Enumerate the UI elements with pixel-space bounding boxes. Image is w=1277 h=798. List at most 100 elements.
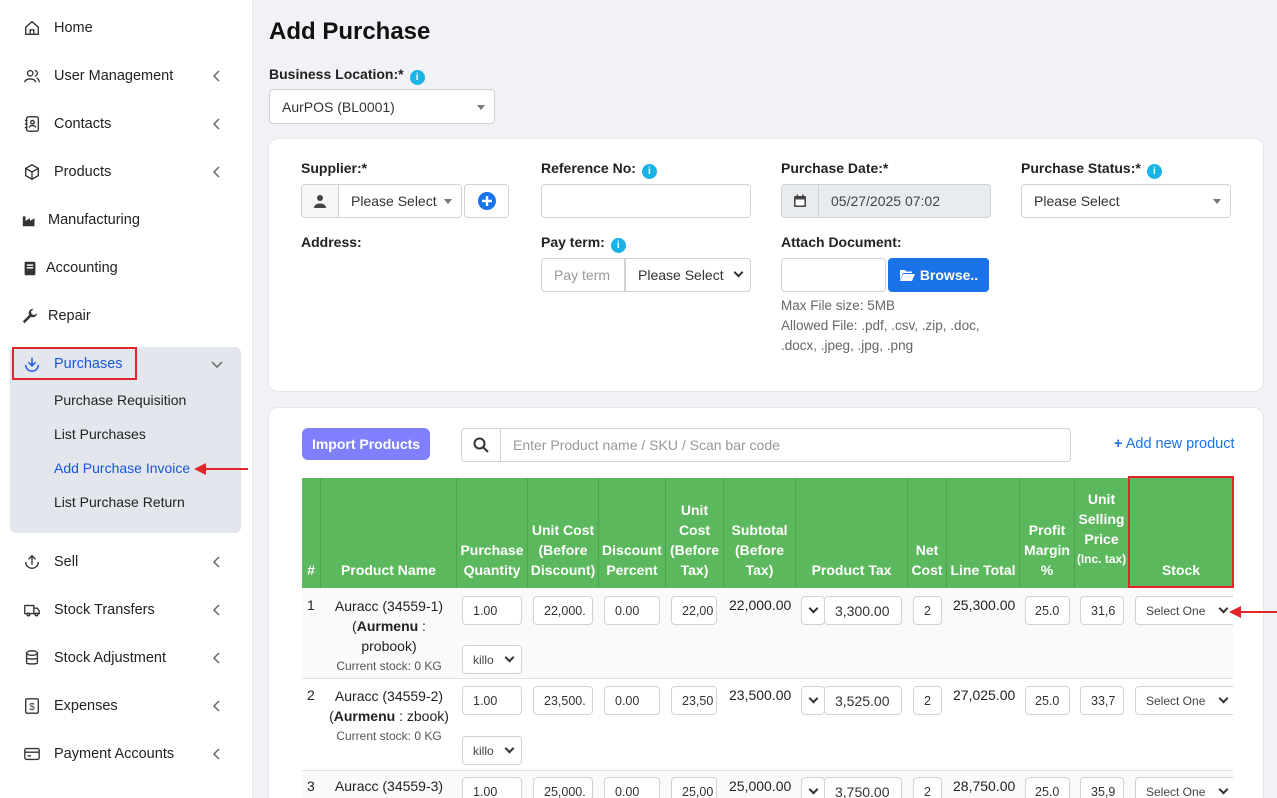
stock-select[interactable]: Select One — [1135, 777, 1233, 798]
tax-select[interactable] — [801, 777, 825, 798]
unit-cost-before-tax-input[interactable]: 25,00 — [671, 777, 717, 798]
product-name-cell: Auracc (34559-1) (Aurmenu : probook) Cur… — [321, 596, 457, 676]
product-name: Auracc (34559-1) — [334, 598, 444, 614]
selling-price-input[interactable]: 33,7 — [1080, 686, 1124, 715]
svg-text:$: $ — [29, 702, 35, 713]
browse-button[interactable]: Browse.. — [888, 258, 989, 292]
supplier-user-icon-box — [301, 184, 339, 218]
unit-cost-input[interactable]: 22,000. — [533, 596, 593, 625]
stock-select[interactable]: Select One — [1135, 596, 1233, 625]
tax-amount-input[interactable]: 3,750.00 — [824, 777, 902, 798]
discount-input[interactable]: 0.00 — [604, 596, 660, 625]
contacts-icon — [22, 114, 42, 134]
sidebar-item-products[interactable]: Products — [0, 152, 253, 192]
selling-price-input[interactable]: 35,9 — [1080, 777, 1124, 798]
sidebar-item-accounting[interactable]: Accounting — [0, 248, 253, 288]
unit-cost-before-tax-input[interactable]: 22,00 — [671, 596, 717, 625]
tax-amount-input[interactable]: 3,525.00 — [824, 686, 902, 715]
pointer-arrow-icon — [194, 463, 248, 475]
pay-term-select[interactable]: Please Select — [625, 258, 751, 292]
sidebar-item-expenses[interactable]: $ Expenses — [0, 686, 253, 726]
allowed-file-text: Allowed File: .pdf, .csv, .zip, .doc, .d… — [781, 318, 980, 353]
browse-label: Browse.. — [919, 267, 979, 283]
users-icon — [22, 66, 42, 86]
quantity-input[interactable]: 1.00 — [462, 686, 522, 715]
current-stock-text: Current stock: 0 KG — [336, 659, 442, 673]
subtotal-value: 25,000.00 — [729, 778, 792, 794]
sidebar-item-sell[interactable]: Sell — [0, 542, 253, 582]
tax-select[interactable] — [801, 596, 825, 625]
sidebar-item-repair[interactable]: Repair — [0, 296, 253, 336]
calendar-icon — [794, 194, 806, 207]
caret-down-icon — [1213, 199, 1221, 204]
net-cost-input[interactable]: 2 — [913, 777, 942, 798]
tax-select[interactable] — [801, 686, 825, 715]
net-cost-input[interactable]: 2 — [913, 596, 942, 625]
select-value: Please Select — [351, 193, 437, 209]
database-icon — [22, 648, 42, 668]
discount-input[interactable]: 0.00 — [604, 686, 660, 715]
quantity-input[interactable]: 1.00 — [462, 596, 522, 625]
header-profit-margin: Profit Margin % — [1020, 478, 1075, 588]
chevron-down-icon — [808, 693, 819, 703]
header-unit-selling-price: Unit Selling Price (Inc. tax) — [1075, 478, 1129, 588]
factory-icon — [20, 210, 40, 230]
pay-term-input[interactable]: Pay term — [541, 258, 625, 292]
attach-document-label: Attach Document: — [781, 234, 902, 250]
profit-margin-input[interactable]: 25.0 — [1025, 686, 1070, 715]
supplier-select[interactable]: Please Select — [338, 184, 462, 218]
tax-amount-input[interactable]: 3,300.00 — [824, 596, 902, 625]
discount-input[interactable]: 0.00 — [604, 777, 660, 798]
unit-cost-input[interactable]: 23,500. — [533, 686, 593, 715]
subtotal-value: 22,000.00 — [729, 597, 792, 613]
unit-select[interactable]: killo — [462, 736, 522, 765]
quantity-input[interactable]: 1.00 — [462, 777, 522, 798]
unit-cost-input[interactable]: 25,000. — [533, 777, 593, 798]
sidebar-item-home[interactable]: Home — [0, 8, 253, 48]
sidebar-item-payment-accounts[interactable]: Payment Accounts — [0, 734, 253, 774]
truck-icon — [22, 600, 42, 620]
submenu-purchase-requisition[interactable]: Purchase Requisition — [54, 392, 186, 408]
chevron-left-icon — [212, 118, 220, 130]
unit-select[interactable]: killo — [462, 645, 522, 674]
add-new-product-link[interactable]: + Add new product — [1114, 436, 1235, 452]
info-icon[interactable]: i — [409, 70, 425, 85]
profit-margin-input[interactable]: 25.0 — [1025, 596, 1070, 625]
sidebar-item-label: Stock Transfers — [54, 602, 155, 618]
selling-price-input[interactable]: 31,6 — [1080, 596, 1124, 625]
submenu-list-purchase-return[interactable]: List Purchase Return — [54, 494, 185, 510]
info-icon[interactable]: i — [1146, 164, 1162, 179]
purchase-date-input[interactable]: 05/27/2025 07:02 — [818, 184, 991, 218]
import-products-button[interactable]: Import Products — [302, 428, 430, 460]
highlight-box — [12, 347, 137, 380]
sidebar-item-manufacturing[interactable]: Manufacturing — [0, 200, 253, 240]
purchase-status-select[interactable]: Please Select — [1021, 184, 1231, 218]
product-search-input[interactable]: Enter Product name / SKU / Scan bar code — [500, 428, 1071, 462]
upload-icon — [22, 552, 42, 572]
net-cost-input[interactable]: 2 — [913, 686, 942, 715]
info-icon[interactable]: i — [641, 164, 657, 179]
sidebar-item-user-management[interactable]: User Management — [0, 56, 253, 96]
info-icon[interactable]: i — [610, 238, 626, 253]
chevron-left-icon — [212, 604, 220, 616]
submenu-list-purchases[interactable]: List Purchases — [54, 426, 146, 442]
select-value: killo — [473, 652, 494, 667]
attach-file-input[interactable] — [781, 258, 886, 292]
line-total-value: 25,300.00 — [953, 597, 1016, 613]
reference-input[interactable] — [541, 184, 751, 218]
sidebar-item-stock-transfers[interactable]: Stock Transfers — [0, 590, 253, 630]
select-value: Select One — [1146, 603, 1206, 618]
reference-label: Reference No: i — [541, 160, 657, 179]
business-location-select[interactable]: AurPOS (BL0001) — [269, 89, 495, 124]
stock-select[interactable]: Select One — [1135, 686, 1233, 715]
add-supplier-button[interactable] — [464, 184, 509, 218]
sidebar-item-label: Expenses — [54, 698, 118, 714]
unit-cost-before-tax-input[interactable]: 23,50 — [671, 686, 717, 715]
sidebar-item-label: Sell — [54, 554, 79, 570]
sidebar-item-contacts[interactable]: Contacts — [0, 104, 253, 144]
submenu-add-purchase-invoice[interactable]: Add Purchase Invoice — [54, 460, 190, 476]
sidebar-item-stock-adjustment[interactable]: Stock Adjustment — [0, 638, 253, 678]
sidebar-item-label: Payment Accounts — [54, 746, 175, 762]
profit-margin-input[interactable]: 25.0 — [1025, 777, 1070, 798]
supplier-label: Supplier:* — [301, 160, 368, 176]
